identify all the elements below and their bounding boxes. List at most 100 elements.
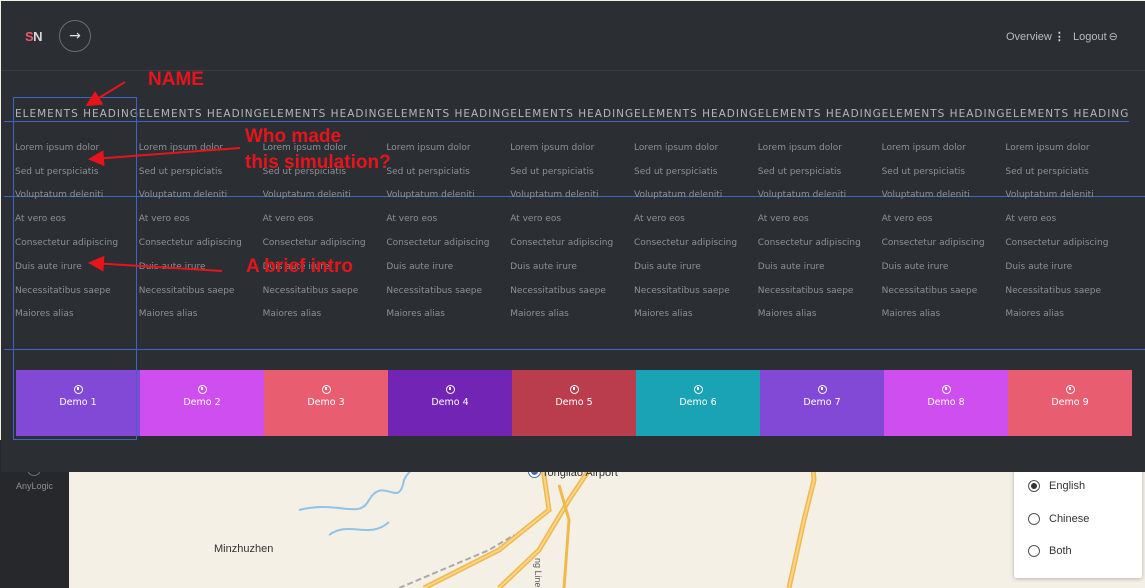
menu-link[interactable]: Consectetur adipiscing xyxy=(386,238,489,248)
demo-tile-5[interactable]: Demo 5 xyxy=(512,370,636,436)
clock-icon xyxy=(197,385,207,394)
menu-link[interactable]: Necessitatibus saepe xyxy=(758,286,854,296)
menu-link[interactable]: Maiores alias xyxy=(386,309,445,319)
menu-link[interactable]: Sed ut perspiciatis xyxy=(1005,167,1088,177)
nav-overview[interactable]: Overview ⋮ xyxy=(1006,30,1065,43)
menu-link[interactable]: Duis aute irure xyxy=(386,262,453,272)
menu-link[interactable]: Lorem ipsum dolor xyxy=(1005,143,1089,153)
logo[interactable]: SN xyxy=(25,29,43,44)
clock-icon xyxy=(445,385,455,394)
menu-link[interactable]: Lorem ipsum dolor xyxy=(634,143,718,153)
menu-link[interactable]: Lorem ipsum dolor xyxy=(758,143,842,153)
demo-tile-4[interactable]: Demo 4 xyxy=(388,370,512,436)
menu-link[interactable]: At vero eos xyxy=(1005,214,1056,224)
elements-column: ELEMENTS HEADING Lorem ipsum dolor Sed ut … xyxy=(263,108,387,319)
menu-link[interactable]: Lorem ipsum dolor xyxy=(139,143,223,153)
menu-link[interactable]: Voluptatum deleniti xyxy=(139,190,227,200)
menu-link[interactable]: At vero eos xyxy=(882,214,933,224)
menu-link[interactable]: Voluptatum deleniti xyxy=(758,190,846,200)
language-english-label: English xyxy=(1049,480,1086,492)
menu-link[interactable]: Consectetur adipiscing xyxy=(510,238,613,248)
menu-link[interactable]: Maiores alias xyxy=(1005,309,1064,319)
demo-tile-9[interactable]: Demo 9 xyxy=(1008,370,1132,436)
demo-tile-2[interactable]: Demo 2 xyxy=(140,370,264,436)
menu-link[interactable]: Necessitatibus saepe xyxy=(1005,286,1101,296)
menu-link[interactable]: Sed ut perspiciatis xyxy=(634,167,717,177)
menu-link[interactable]: Consectetur adipiscing xyxy=(634,238,737,248)
nav-logout[interactable]: Logout ⊖ xyxy=(1073,30,1118,43)
arrow-right-button[interactable]: → xyxy=(59,20,91,52)
menu-link[interactable]: At vero eos xyxy=(263,214,314,224)
menu-link[interactable]: Voluptatum deleniti xyxy=(1005,190,1093,200)
menu-link[interactable]: Consectetur adipiscing xyxy=(1005,238,1108,248)
language-option-both[interactable]: Both xyxy=(1028,545,1072,557)
demo-label: Demo 6 xyxy=(679,397,717,408)
menu-link[interactable]: Necessitatibus saepe xyxy=(634,286,730,296)
elements-column: ELEMENTS HEADING Lorem ipsum dolor Sed ut … xyxy=(386,108,510,319)
radio-chinese[interactable] xyxy=(1028,513,1040,525)
menu-link[interactable]: Sed ut perspiciatis xyxy=(758,167,841,177)
language-option-english[interactable]: English xyxy=(1028,480,1085,492)
menu-link[interactable]: Lorem ipsum dolor xyxy=(386,143,470,153)
anylogic-label[interactable]: AnyLogic xyxy=(0,481,69,491)
menu-link[interactable]: Voluptatum deleniti xyxy=(386,190,474,200)
menu-link[interactable]: Maiores alias xyxy=(139,309,198,319)
annotation-who-line2: this simulation? xyxy=(245,152,391,173)
menu-link[interactable]: Voluptatum deleniti xyxy=(634,190,722,200)
menu-link[interactable]: Duis aute irure xyxy=(882,262,949,272)
menu-link[interactable]: Lorem ipsum dolor xyxy=(510,143,594,153)
menu-link[interactable]: Sed ut perspiciatis xyxy=(510,167,593,177)
elements-column: ELEMENTS HEADING Lorem ipsum dolor Sed ut … xyxy=(758,108,882,319)
demo-tile-7[interactable]: Demo 7 xyxy=(760,370,884,436)
menu-link[interactable]: At vero eos xyxy=(758,214,809,224)
menu-link[interactable]: Consectetur adipiscing xyxy=(758,238,861,248)
menu-link[interactable]: At vero eos xyxy=(386,214,437,224)
language-panel: English Chinese Both xyxy=(1014,466,1142,578)
demo-tile-6[interactable]: Demo 6 xyxy=(636,370,760,436)
menu-link[interactable]: Maiores alias xyxy=(263,309,322,319)
radio-english[interactable] xyxy=(1028,480,1040,492)
menu-link[interactable]: Consectetur adipiscing xyxy=(139,238,242,248)
demo-label: Demo 5 xyxy=(555,397,593,408)
menu-link[interactable]: Sed ut perspiciatis xyxy=(882,167,965,177)
menu-link[interactable]: Necessitatibus saepe xyxy=(510,286,606,296)
demo-label: Demo 3 xyxy=(307,397,345,408)
menu-link[interactable]: Voluptatum deleniti xyxy=(882,190,970,200)
menu-link[interactable]: Voluptatum deleniti xyxy=(510,190,598,200)
demo-tile-3[interactable]: Demo 3 xyxy=(264,370,388,436)
menu-link[interactable]: Consectetur adipiscing xyxy=(882,238,985,248)
clock-icon xyxy=(321,385,331,394)
map-town-label: Minzhuzhen xyxy=(214,543,274,555)
menu-link[interactable]: Duis aute irure xyxy=(510,262,577,272)
menu-link[interactable]: Maiores alias xyxy=(882,309,941,319)
language-option-chinese[interactable]: Chinese xyxy=(1028,513,1089,525)
menu-link[interactable]: Consectetur adipiscing xyxy=(263,238,366,248)
menu-link[interactable]: Necessitatibus saepe xyxy=(882,286,978,296)
menu-link[interactable]: Duis aute irure xyxy=(139,262,206,272)
demo-tile-8[interactable]: Demo 8 xyxy=(884,370,1008,436)
map-road-label: ng Line xyxy=(533,558,543,588)
arrow-right-icon: → xyxy=(69,28,81,44)
menu-link[interactable]: Voluptatum deleniti xyxy=(263,190,351,200)
menu-link[interactable]: Duis aute irure xyxy=(634,262,701,272)
logout-icon: ⊖ xyxy=(1108,31,1118,43)
menu-link[interactable]: At vero eos xyxy=(634,214,685,224)
menu-link[interactable]: At vero eos xyxy=(139,214,190,224)
elements-column: ELEMENTS HEADING Lorem ipsum dolor Sed ut … xyxy=(634,108,758,319)
menu-link[interactable]: Maiores alias xyxy=(758,309,817,319)
menu-link[interactable]: Necessitatibus saepe xyxy=(386,286,482,296)
menu-link[interactable]: Sed ut perspiciatis xyxy=(386,167,469,177)
menu-link[interactable]: Necessitatibus saepe xyxy=(263,286,359,296)
demo-label: Demo 2 xyxy=(183,397,221,408)
menu-link[interactable]: Maiores alias xyxy=(634,309,693,319)
column-heading: ELEMENTS HEADING xyxy=(138,108,263,120)
menu-link[interactable]: At vero eos xyxy=(510,214,561,224)
menu-link[interactable]: Maiores alias xyxy=(510,309,569,319)
menu-link[interactable]: Lorem ipsum dolor xyxy=(882,143,966,153)
menu-link[interactable]: Duis aute irure xyxy=(758,262,825,272)
menu-link[interactable]: Sed ut perspiciatis xyxy=(139,167,222,177)
menu-link[interactable]: Duis aute irure xyxy=(1005,262,1072,272)
radio-both[interactable] xyxy=(1028,545,1040,557)
clock-icon xyxy=(1065,385,1075,394)
menu-link[interactable]: Necessitatibus saepe xyxy=(139,286,235,296)
